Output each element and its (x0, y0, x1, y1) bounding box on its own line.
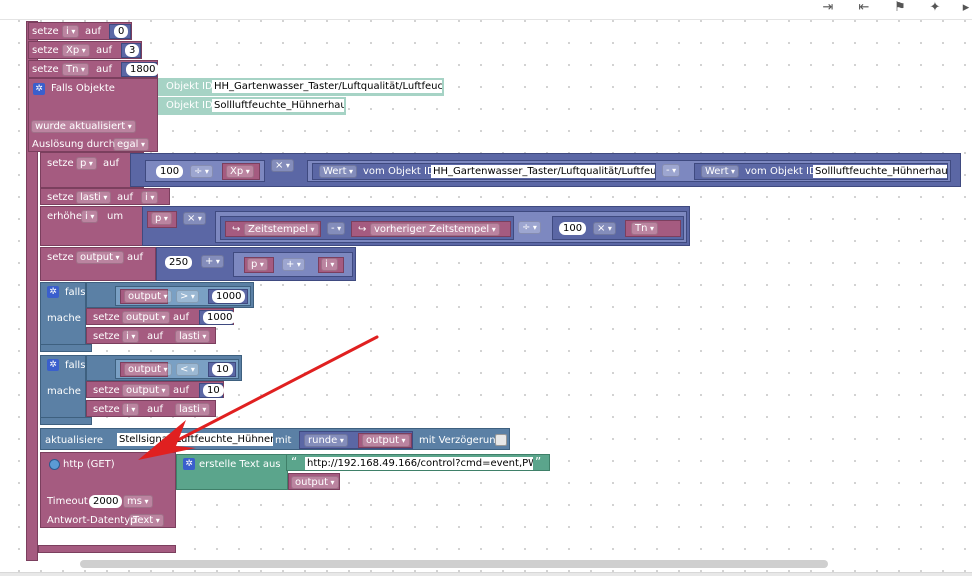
horizontal-scrollbar[interactable] (80, 560, 828, 568)
workspace-bottom-border (0, 572, 972, 576)
annotation-arrow (138, 335, 379, 460)
